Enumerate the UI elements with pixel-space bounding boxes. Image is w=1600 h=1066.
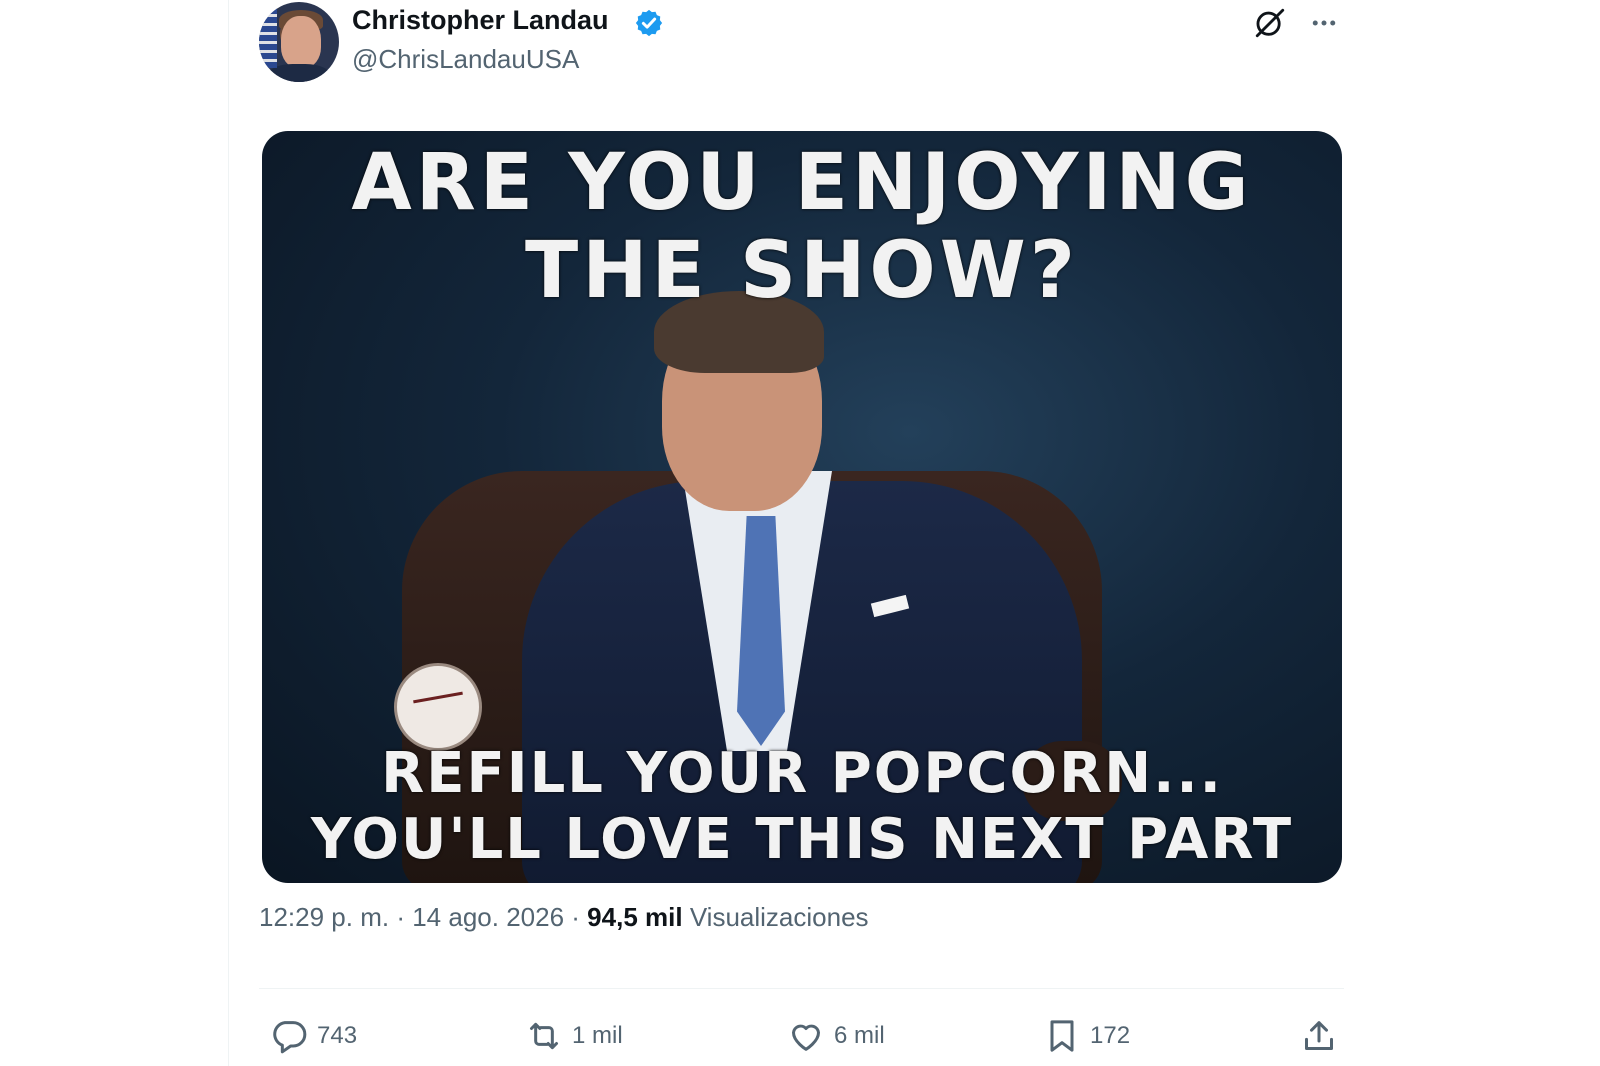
like-button[interactable]: 6 mil	[786, 1016, 885, 1056]
reply-button[interactable]: 743	[269, 1016, 357, 1056]
more-icon[interactable]	[1309, 8, 1339, 38]
meme-top-caption: ARE YOU ENJOYING THE SHOW?	[262, 139, 1342, 315]
author-handle[interactable]: @ChrisLandauUSA	[352, 44, 579, 75]
retweet-icon	[530, 1022, 558, 1050]
meme-top-line-2: THE SHOW?	[525, 226, 1079, 316]
views-label[interactable]: Visualizaciones	[690, 902, 869, 932]
bookmark-button[interactable]: 172	[1042, 1016, 1130, 1056]
author-avatar[interactable]	[259, 2, 339, 82]
meme-bottom-line-2: YOU'LL LOVE THIS NEXT PART	[310, 807, 1294, 872]
like-count: 6 mil	[834, 1022, 885, 1049]
grok-icon[interactable]	[1253, 6, 1287, 40]
meta-separator: ·	[396, 902, 405, 932]
author-name[interactable]: Christopher Landau	[352, 5, 609, 36]
share-button[interactable]	[1299, 1016, 1347, 1056]
reply-icon	[273, 1021, 307, 1054]
tweet-time[interactable]: 12:29 p. m.	[259, 902, 389, 932]
meta-separator: ·	[571, 902, 580, 932]
avatar-flag	[259, 8, 277, 68]
share-icon	[1305, 1021, 1333, 1050]
avatar-face	[281, 16, 321, 68]
retweet-count: 1 mil	[572, 1022, 623, 1049]
bookmark-icon	[1050, 1020, 1074, 1052]
watermark-seal	[394, 663, 482, 751]
timeline-border	[228, 0, 229, 1066]
meme-bottom-line-1: REFILL YOUR POPCORN...	[381, 741, 1223, 806]
verified-badge-icon	[635, 9, 663, 37]
tweet-date[interactable]: 14 ago. 2026	[412, 902, 564, 932]
meme-top-line-1: ARE YOU ENJOYING	[351, 138, 1253, 228]
bookmark-count: 172	[1090, 1022, 1131, 1049]
divider	[259, 988, 1344, 989]
views-count[interactable]: 94,5 mil	[587, 902, 682, 932]
heart-icon	[792, 1024, 820, 1051]
meme-bottom-caption: REFILL YOUR POPCORN... YOU'LL LOVE THIS …	[262, 741, 1342, 873]
tweet-meta: 12:29 p. m. · 14 ago. 2026 · 94,5 mil Vi…	[259, 902, 869, 933]
tweet-media-image[interactable]: ARE YOU ENJOYING THE SHOW? REFILL YOUR P…	[262, 131, 1342, 883]
retweet-button[interactable]: 1 mil	[524, 1016, 623, 1056]
reply-count: 743	[317, 1022, 358, 1049]
